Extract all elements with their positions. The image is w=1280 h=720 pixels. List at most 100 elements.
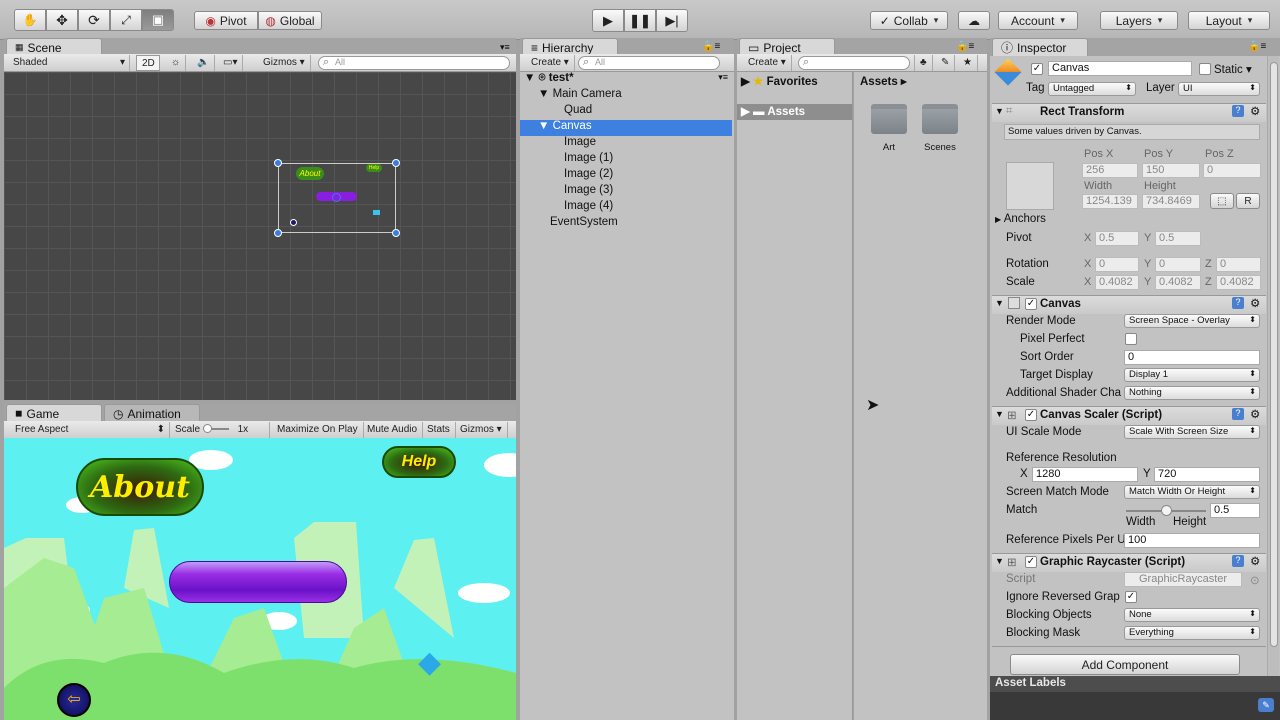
settings-icon[interactable]: ⚙ — [1250, 104, 1260, 118]
game-purple-bar[interactable] — [169, 561, 347, 603]
rect-handle[interactable] — [274, 159, 282, 167]
folder-art[interactable]: Art — [870, 104, 908, 153]
list-item[interactable]: ▼ Main Camera — [538, 88, 622, 104]
move-tool-button[interactable]: ✥ — [46, 9, 78, 31]
layer-dropdown[interactable]: UI — [1178, 82, 1260, 96]
blocking-objects-dropdown[interactable]: None — [1124, 608, 1260, 622]
hand-tool-button[interactable]: ✋ — [14, 9, 46, 31]
match-slider-thumb[interactable] — [1160, 505, 1172, 516]
script-target-icon[interactable]: ⊙ — [1250, 573, 1260, 587]
scroll-thumb[interactable] — [1270, 62, 1278, 647]
asset-label-tag-icon[interactable]: ✎ — [1258, 698, 1274, 712]
lighting-toggle[interactable]: ☼ — [166, 55, 187, 71]
back-arrow-button[interactable]: ⇦ — [57, 683, 91, 717]
object-name-field[interactable]: Canvas — [1048, 61, 1192, 76]
shaded-dropdown[interactable]: Shaded ▾ — [8, 55, 130, 71]
lock-icon[interactable]: 🔒≡ — [702, 41, 720, 52]
scale-z-field[interactable]: 0.4082 — [1216, 275, 1261, 290]
aspect-dropdown[interactable]: Free Aspect ⬍ — [10, 422, 170, 438]
tag-dropdown[interactable]: Untagged — [1048, 82, 1136, 96]
project-search-input[interactable] — [798, 56, 910, 70]
anchor-preset-box[interactable] — [1006, 162, 1054, 210]
hierarchy-create-dropdown[interactable]: Create ▾ — [526, 55, 575, 71]
settings-icon[interactable]: ⚙ — [1250, 554, 1260, 568]
rot-y-field[interactable]: 0 — [1155, 257, 1201, 272]
effects-dropdown[interactable]: ▭▾ — [218, 55, 244, 71]
foldout-arrow[interactable]: ▼ — [995, 106, 1004, 116]
tab-game[interactable]: ◼ Game — [6, 404, 102, 422]
pivot-y-field[interactable]: 0.5 — [1155, 231, 1201, 246]
filter-label-button[interactable]: ✎ — [936, 55, 956, 71]
sort-order-field[interactable]: 0 — [1124, 350, 1260, 365]
list-item[interactable]: Image (4) — [564, 200, 613, 216]
rotate-tool-button[interactable]: ⟳ — [78, 9, 110, 31]
add-component-button[interactable]: Add Component — [1010, 654, 1240, 675]
match-slider[interactable] — [1126, 505, 1206, 516]
pixel-perfect-checkbox[interactable] — [1125, 333, 1137, 345]
layers-dropdown[interactable]: Layers — [1100, 11, 1178, 30]
list-item[interactable]: Image (2) — [564, 168, 613, 184]
scene-viewport[interactable] — [4, 72, 516, 400]
list-item[interactable]: Image — [564, 136, 596, 152]
list-item[interactable]: Image (1) — [564, 152, 613, 168]
screen-match-mode-dropdown[interactable]: Match Width Or Height — [1124, 485, 1260, 499]
settings-icon[interactable]: ⚙ — [1250, 407, 1260, 421]
width-field[interactable]: 1254.139 — [1082, 194, 1138, 209]
rect-handle[interactable] — [392, 159, 400, 167]
scale-slider[interactable]: Scale 1x — [170, 422, 270, 438]
height-field[interactable]: 734.8469 — [1142, 194, 1200, 209]
list-item[interactable]: EventSystem — [550, 216, 618, 232]
raw-edit-button[interactable]: R — [1236, 193, 1260, 209]
game-about-button[interactable]: About — [76, 458, 204, 516]
rect-transform-header[interactable] — [992, 103, 1266, 122]
blocking-mask-dropdown[interactable]: Everything — [1124, 626, 1260, 640]
list-item[interactable]: Image (3) — [564, 184, 613, 200]
anchors-foldout[interactable]: ▶ Anchors — [995, 213, 1046, 225]
list-item-selected[interactable]: ▼ Canvas — [520, 120, 732, 136]
folder-scenes[interactable]: Scenes — [920, 104, 960, 153]
hierarchy-search-input[interactable]: All — [578, 56, 720, 70]
scale-x-field[interactable]: 0.4082 — [1095, 275, 1139, 290]
step-button[interactable]: ▶| — [656, 9, 688, 32]
rot-x-field[interactable]: 0 — [1095, 257, 1139, 272]
pivot-toggle[interactable]: ◉ Pivot — [194, 11, 258, 30]
scene-pivot-gizmo[interactable] — [332, 193, 341, 202]
project-create-dropdown[interactable]: Create ▾ — [743, 55, 792, 71]
settings-icon[interactable]: ⚙ — [1250, 296, 1260, 310]
inspector-scrollbar[interactable] — [1267, 56, 1279, 676]
reference-ppu-field[interactable]: 100 — [1124, 533, 1260, 548]
ref-y-field[interactable]: 720 — [1154, 467, 1260, 482]
help-icon[interactable]: ? — [1232, 408, 1244, 420]
ui-scale-mode-dropdown[interactable]: Scale With Screen Size — [1124, 425, 1260, 439]
ref-x-field[interactable]: 1280 — [1032, 467, 1138, 482]
static-checkbox[interactable] — [1199, 63, 1211, 75]
rect-handle[interactable] — [274, 229, 282, 237]
rot-z-field[interactable]: 0 — [1216, 257, 1261, 272]
pivot-x-field[interactable]: 0.5 — [1095, 231, 1139, 246]
canvas-scaler-enabled-checkbox[interactable]: ✓ — [1025, 409, 1037, 421]
stats-toggle[interactable]: Stats — [422, 422, 456, 438]
project-lock-icon[interactable]: 🔒≡ — [956, 41, 974, 52]
help-icon[interactable]: ? — [1232, 105, 1244, 117]
rect-handle[interactable] — [392, 229, 400, 237]
tab-animation[interactable]: ◷ Animation — [104, 404, 200, 422]
canvas-enabled-checkbox[interactable]: ✓ — [1025, 298, 1037, 310]
game-view[interactable]: About Help ◆ ⇦ — [4, 438, 516, 720]
audio-toggle[interactable]: 🔈 — [192, 55, 216, 71]
pause-button[interactable]: ❚❚ — [624, 9, 656, 32]
scene-menu-icon[interactable]: ▾≡ — [500, 42, 510, 53]
filter-type-button[interactable]: ♣ — [914, 55, 933, 71]
scene-root-row[interactable]: ▼ ⌾ test* ▾≡ — [524, 72, 732, 88]
active-checkbox[interactable]: ✓ — [1031, 63, 1043, 75]
assets-row[interactable]: ▶ ▬ Assets — [737, 104, 852, 120]
favorite-button[interactable]: ★ — [958, 55, 978, 71]
play-button[interactable]: ▶ — [592, 9, 624, 32]
scene-gizmos-dropdown[interactable]: Gizmos ▾ — [258, 55, 311, 71]
layout-dropdown[interactable]: Layout — [1188, 11, 1270, 30]
global-toggle[interactable]: ◍ Global — [258, 11, 322, 30]
blueprint-button[interactable]: ⬚ — [1210, 193, 1234, 209]
inspector-lock-icon[interactable]: 🔒≡ — [1248, 41, 1266, 52]
scale-y-field[interactable]: 0.4082 — [1155, 275, 1201, 290]
render-mode-dropdown[interactable]: Screen Space - Overlay — [1124, 314, 1260, 328]
scene-search-input[interactable]: All — [318, 56, 510, 70]
